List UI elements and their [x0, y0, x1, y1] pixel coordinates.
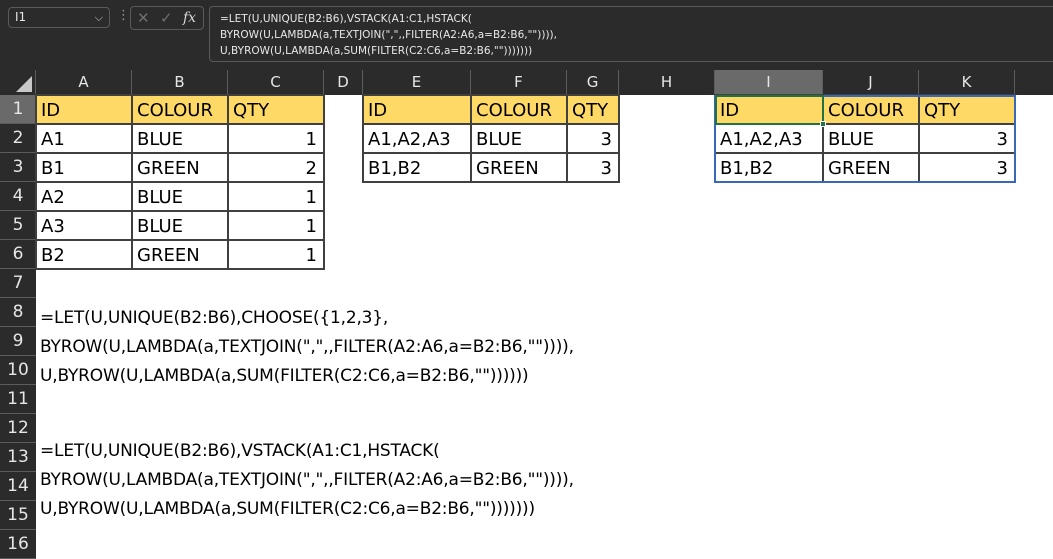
choose-result-cell[interactable]: A1,A2,A3 — [362, 123, 472, 154]
source-table-cell[interactable]: B2 — [35, 239, 133, 270]
source-table-cell[interactable]: GREEN — [131, 239, 229, 270]
source-table-cell[interactable]: A2 — [35, 181, 133, 212]
row-header-9[interactable]: 9 — [0, 327, 36, 356]
more-options-icon[interactable]: ⋮ — [117, 8, 130, 23]
choose-result-cell[interactable]: B1,B2 — [362, 152, 472, 183]
column-header-k[interactable]: K — [919, 70, 1015, 95]
vstack-result-cell[interactable]: 3 — [918, 123, 1016, 154]
column-header-j[interactable]: J — [823, 70, 919, 95]
source-table-cell[interactable]: BLUE — [131, 210, 229, 241]
row-header-16[interactable]: 16 — [0, 530, 36, 559]
source-table-cell[interactable]: 1 — [227, 181, 325, 212]
vstack-result-cell[interactable]: BLUE — [822, 123, 920, 154]
formula-text-line: U,BYROW(U,LAMBDA(a,SUM(FILTER(C2:C6,a=B2… — [40, 366, 529, 386]
chevron-down-icon[interactable]: ⌵ — [95, 8, 103, 27]
formula-buttons: ✕ ✓ fx — [130, 6, 204, 30]
row-header-11[interactable]: 11 — [0, 385, 36, 414]
formula-text-line: =LET(U,UNIQUE(B2:B6),VSTACK(A1:C1,HSTACK… — [40, 441, 440, 461]
row-header-2[interactable]: 2 — [0, 124, 36, 153]
source-table-cell[interactable]: 1 — [227, 210, 325, 241]
source-table-cell[interactable]: 2 — [227, 152, 325, 183]
formula-line: U,BYROW(U,LAMBDA(a,SUM(FILTER(C2:C6,a=B2… — [220, 45, 533, 57]
source-table-cell[interactable]: BLUE — [131, 181, 229, 212]
row-header-10[interactable]: 10 — [0, 356, 36, 385]
formula-text-line: =LET(U,UNIQUE(B2:B6),CHOOSE({1,2,3}, — [40, 308, 389, 328]
name-box-value: I1 — [15, 10, 27, 24]
choose-result-cell[interactable]: BLUE — [470, 123, 568, 154]
source-table-header-cell[interactable]: ID — [35, 94, 133, 125]
column-header-c[interactable]: C — [228, 70, 324, 95]
source-table-cell[interactable]: A1 — [35, 123, 133, 154]
row-header-13[interactable]: 13 — [0, 443, 36, 472]
row-header-12[interactable]: 12 — [0, 414, 36, 443]
vstack-result-cell[interactable]: B1,B2 — [714, 152, 824, 183]
source-table-cell[interactable]: 1 — [227, 123, 325, 154]
formula-line: BYROW(U,LAMBDA(a,TEXTJOIN(",",,FILTER(A2… — [220, 29, 557, 41]
name-box[interactable]: I1 ⌵ — [8, 7, 110, 28]
formula-text-line: BYROW(U,LAMBDA(a,TEXTJOIN(",",,FILTER(A2… — [40, 470, 574, 490]
column-header-l[interactable] — [1015, 70, 1053, 95]
cancel-icon[interactable]: ✕ — [137, 7, 150, 29]
source-table-header-cell[interactable]: QTY — [227, 94, 325, 125]
row-header-1[interactable]: 1 — [0, 95, 36, 124]
vstack-result-cell[interactable]: A1,A2,A3 — [714, 123, 824, 154]
choose-result-cell[interactable]: 3 — [566, 152, 620, 183]
vstack-result-cell[interactable]: GREEN — [822, 152, 920, 183]
formula-text-line: U,BYROW(U,LAMBDA(a,SUM(FILTER(C2:C6,a=B2… — [40, 499, 535, 519]
choose-result-cell[interactable]: GREEN — [470, 152, 568, 183]
row-header-5[interactable]: 5 — [0, 211, 36, 240]
source-table-cell[interactable]: B1 — [35, 152, 133, 183]
select-all-button[interactable] — [0, 70, 36, 95]
formula-line: =LET(U,UNIQUE(B2:B6),VSTACK(A1:C1,HSTACK… — [220, 13, 472, 25]
choose-result-header-cell[interactable]: QTY — [566, 94, 620, 125]
source-table-cell[interactable]: 1 — [227, 239, 325, 270]
row-header-8[interactable]: 8 — [0, 298, 36, 327]
choose-result-header-cell[interactable]: ID — [362, 94, 472, 125]
row-header-14[interactable]: 14 — [0, 472, 36, 501]
column-header-a[interactable]: A — [36, 70, 132, 95]
active-cell-border — [715, 95, 824, 125]
row-header-3[interactable]: 3 — [0, 153, 36, 182]
vstack-result-header-cell[interactable]: COLOUR — [822, 94, 920, 125]
formula-input[interactable]: =LET(U,UNIQUE(B2:B6),VSTACK(A1:C1,HSTACK… — [209, 6, 1053, 62]
choose-result-cell[interactable]: 3 — [566, 123, 620, 154]
enter-icon[interactable]: ✓ — [160, 7, 173, 29]
select-all-triangle-icon — [16, 76, 32, 92]
source-table-header-cell[interactable]: COLOUR — [131, 94, 229, 125]
column-header-d[interactable]: D — [324, 70, 363, 95]
fill-handle[interactable] — [820, 121, 826, 127]
column-header-h[interactable]: H — [619, 70, 715, 95]
column-header-g[interactable]: G — [567, 70, 619, 95]
vstack-result-header-cell[interactable]: QTY — [918, 94, 1016, 125]
choose-result-header-cell[interactable]: COLOUR — [470, 94, 568, 125]
column-header-i[interactable]: I — [715, 70, 823, 95]
source-table-cell[interactable]: GREEN — [131, 152, 229, 183]
row-header-15[interactable]: 15 — [0, 501, 36, 530]
column-header-f[interactable]: F — [471, 70, 567, 95]
row-header-7[interactable]: 7 — [0, 269, 36, 298]
column-header-b[interactable]: B — [132, 70, 228, 95]
source-table-cell[interactable]: BLUE — [131, 123, 229, 154]
vstack-result-cell[interactable]: 3 — [918, 152, 1016, 183]
source-table-cell[interactable]: A3 — [35, 210, 133, 241]
insert-function-icon[interactable]: fx — [183, 7, 196, 29]
row-header-6[interactable]: 6 — [0, 240, 36, 269]
formula-bar-area: I1 ⌵ ⋮ ✕ ✓ fx =LET(U,UNIQUE(B2:B6),VSTAC… — [0, 0, 1053, 70]
formula-text-line: BYROW(U,LAMBDA(a,TEXTJOIN(",",,FILTER(A2… — [40, 337, 574, 357]
column-header-e[interactable]: E — [363, 70, 471, 95]
row-header-4[interactable]: 4 — [0, 182, 36, 211]
